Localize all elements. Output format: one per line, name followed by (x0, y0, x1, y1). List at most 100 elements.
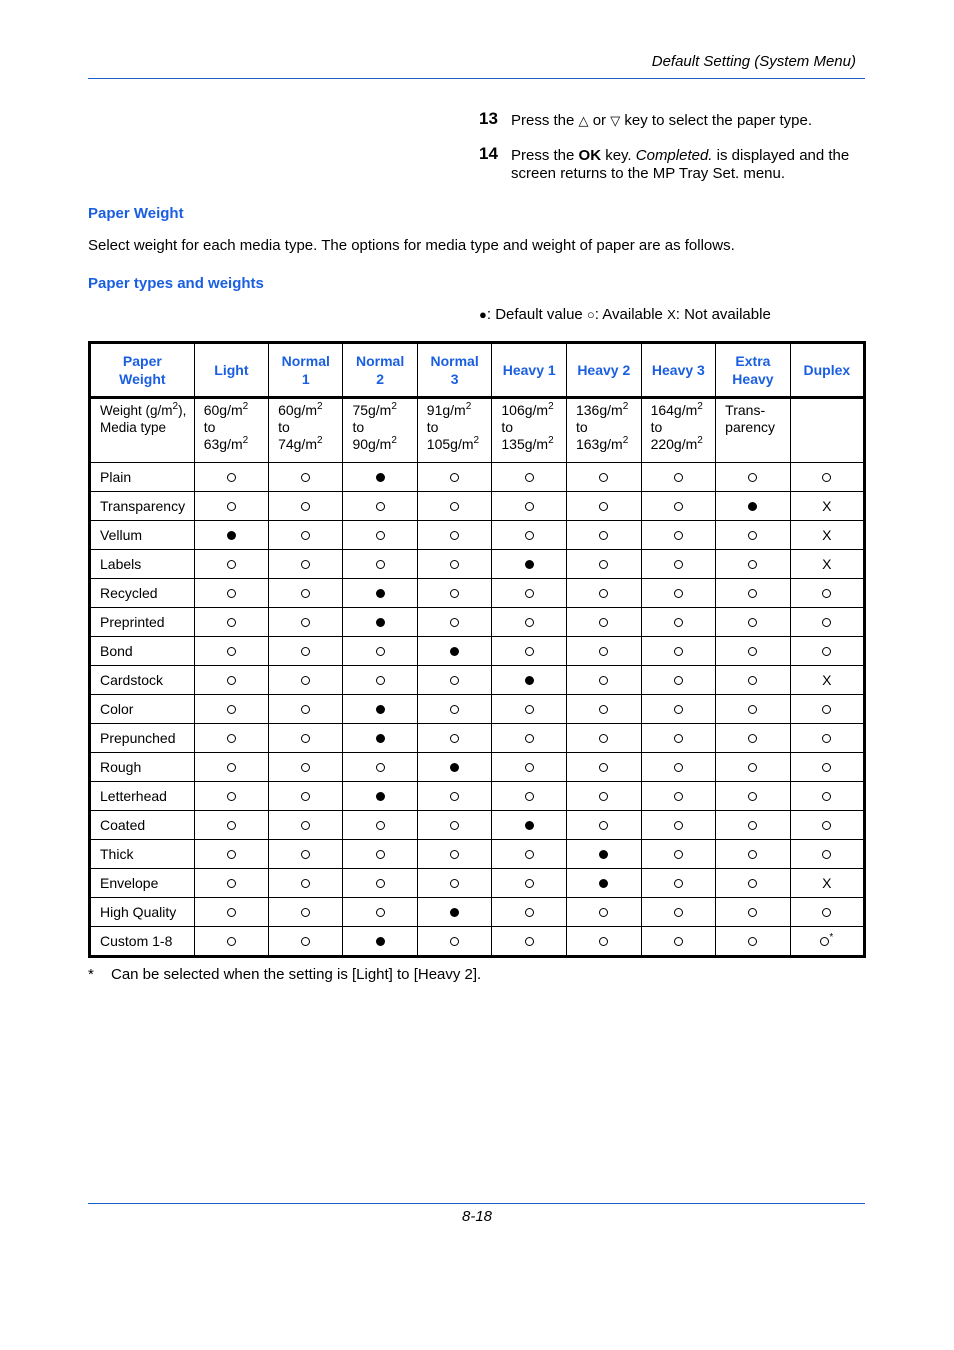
availability-cell (268, 723, 344, 753)
availability-cell (342, 462, 418, 492)
availability-cell (193, 694, 270, 724)
availability-cell (715, 897, 791, 927)
available-circle-icon (226, 821, 236, 830)
availability-cell (416, 665, 493, 695)
table-row: Custom 1-8 * (89, 926, 866, 957)
available-circle-icon (599, 734, 609, 743)
available-circle-icon (673, 908, 683, 917)
availability-cell (416, 723, 493, 753)
availability-cell (789, 897, 866, 927)
column-header: Heavy 2 (565, 342, 642, 399)
available-circle-icon (673, 821, 683, 830)
down-arrow-key-icon: ▽ (610, 113, 621, 128)
available-circle-icon (301, 502, 311, 511)
availability-cell (565, 520, 642, 550)
available-circle-icon (673, 560, 683, 569)
availability-cell (416, 781, 493, 811)
availability-cell (342, 926, 418, 957)
availability-cell (715, 694, 791, 724)
availability-cell (491, 607, 567, 637)
available-circle-icon: ○ (586, 307, 595, 322)
column-header: Normal 3 (416, 342, 493, 399)
available-circle-icon (524, 850, 534, 859)
step-14: 14 Press the OK key. Completed. is displ… (479, 145, 879, 183)
available-circle-icon (450, 676, 460, 685)
availability-cell (640, 897, 717, 927)
availability-cell (416, 868, 493, 898)
available-circle-icon (748, 908, 758, 917)
intro-text: Select weight for each media type. The o… (88, 237, 735, 254)
weight-range-cell: 91g/m2 to 105g/m2 (416, 397, 493, 463)
table-row: High Quality (89, 897, 866, 927)
available-circle-icon (748, 647, 758, 656)
media-type-cell: Transparency (89, 491, 195, 521)
availability-cell (715, 578, 791, 608)
availability-cell (491, 462, 567, 492)
available-circle-icon (524, 473, 534, 482)
available-circle-icon (822, 618, 832, 627)
paper-types-heading: Paper types and weights (88, 275, 264, 292)
availability-cell (640, 665, 717, 695)
availability-cell (193, 810, 270, 840)
availability-cell (789, 607, 866, 637)
availability-cell (789, 578, 866, 608)
step-text: Press the △ or ▽ key to select the paper… (511, 112, 812, 129)
not-available-x-icon: X (822, 672, 832, 688)
available-circle-icon (375, 821, 385, 830)
available-circle-icon (450, 560, 460, 569)
availability-cell (268, 491, 344, 521)
availability-cell (789, 462, 866, 492)
legend: ●: Default value ○: Available X: Not ava… (479, 306, 771, 323)
availability-cell (565, 752, 642, 782)
column-header: Paper Weight (89, 342, 195, 399)
availability-cell: X (789, 520, 866, 550)
available-circle-icon (822, 792, 832, 801)
available-circle-icon (226, 792, 236, 801)
availability-cell (491, 665, 567, 695)
column-header: Heavy 1 (491, 342, 567, 399)
availability-cell (193, 491, 270, 521)
available-circle-icon (226, 647, 236, 656)
available-circle-icon (301, 763, 311, 772)
default-dot-icon (375, 937, 385, 946)
availability-cell (342, 752, 418, 782)
availability-cell (715, 520, 791, 550)
available-circle-icon (599, 647, 609, 656)
availability-cell (342, 665, 418, 695)
availability-cell (416, 926, 493, 957)
availability-cell (640, 491, 717, 521)
not-available-x-icon: X (667, 307, 676, 322)
availability-cell (491, 781, 567, 811)
column-header: Duplex (789, 342, 866, 399)
availability-cell (565, 636, 642, 666)
available-circle-icon (524, 647, 534, 656)
availability-cell (193, 578, 270, 608)
availability-cell (491, 752, 567, 782)
availability-cell (416, 549, 493, 579)
header-rule (88, 78, 865, 79)
available-circle-icon (599, 937, 609, 946)
available-circle-icon (524, 705, 534, 714)
default-dot-icon: ● (479, 307, 487, 322)
available-circle-icon (450, 792, 460, 801)
table-row: Color (89, 694, 866, 724)
available-circle-icon (748, 734, 758, 743)
available-circle-icon (748, 705, 758, 714)
weight-range-cell: 60g/m2 to 74g/m2 (268, 397, 344, 463)
footnote: * Can be selected when the setting is [Li… (88, 966, 481, 983)
availability-cell (565, 607, 642, 637)
availability-cell (565, 781, 642, 811)
availability-cell (789, 752, 866, 782)
available-circle-icon (673, 589, 683, 598)
available-circle-icon (524, 589, 534, 598)
available-circle-icon (226, 473, 236, 482)
available-circle-icon (450, 734, 460, 743)
availability-cell (193, 839, 270, 869)
available-circle-icon (301, 792, 311, 801)
availability-cell (640, 607, 717, 637)
running-header: Default Setting (System Menu) (651, 53, 856, 70)
availability-cell (342, 549, 418, 579)
available-circle-icon (226, 705, 236, 714)
availability-cell (491, 549, 567, 579)
default-dot-icon (375, 705, 385, 714)
